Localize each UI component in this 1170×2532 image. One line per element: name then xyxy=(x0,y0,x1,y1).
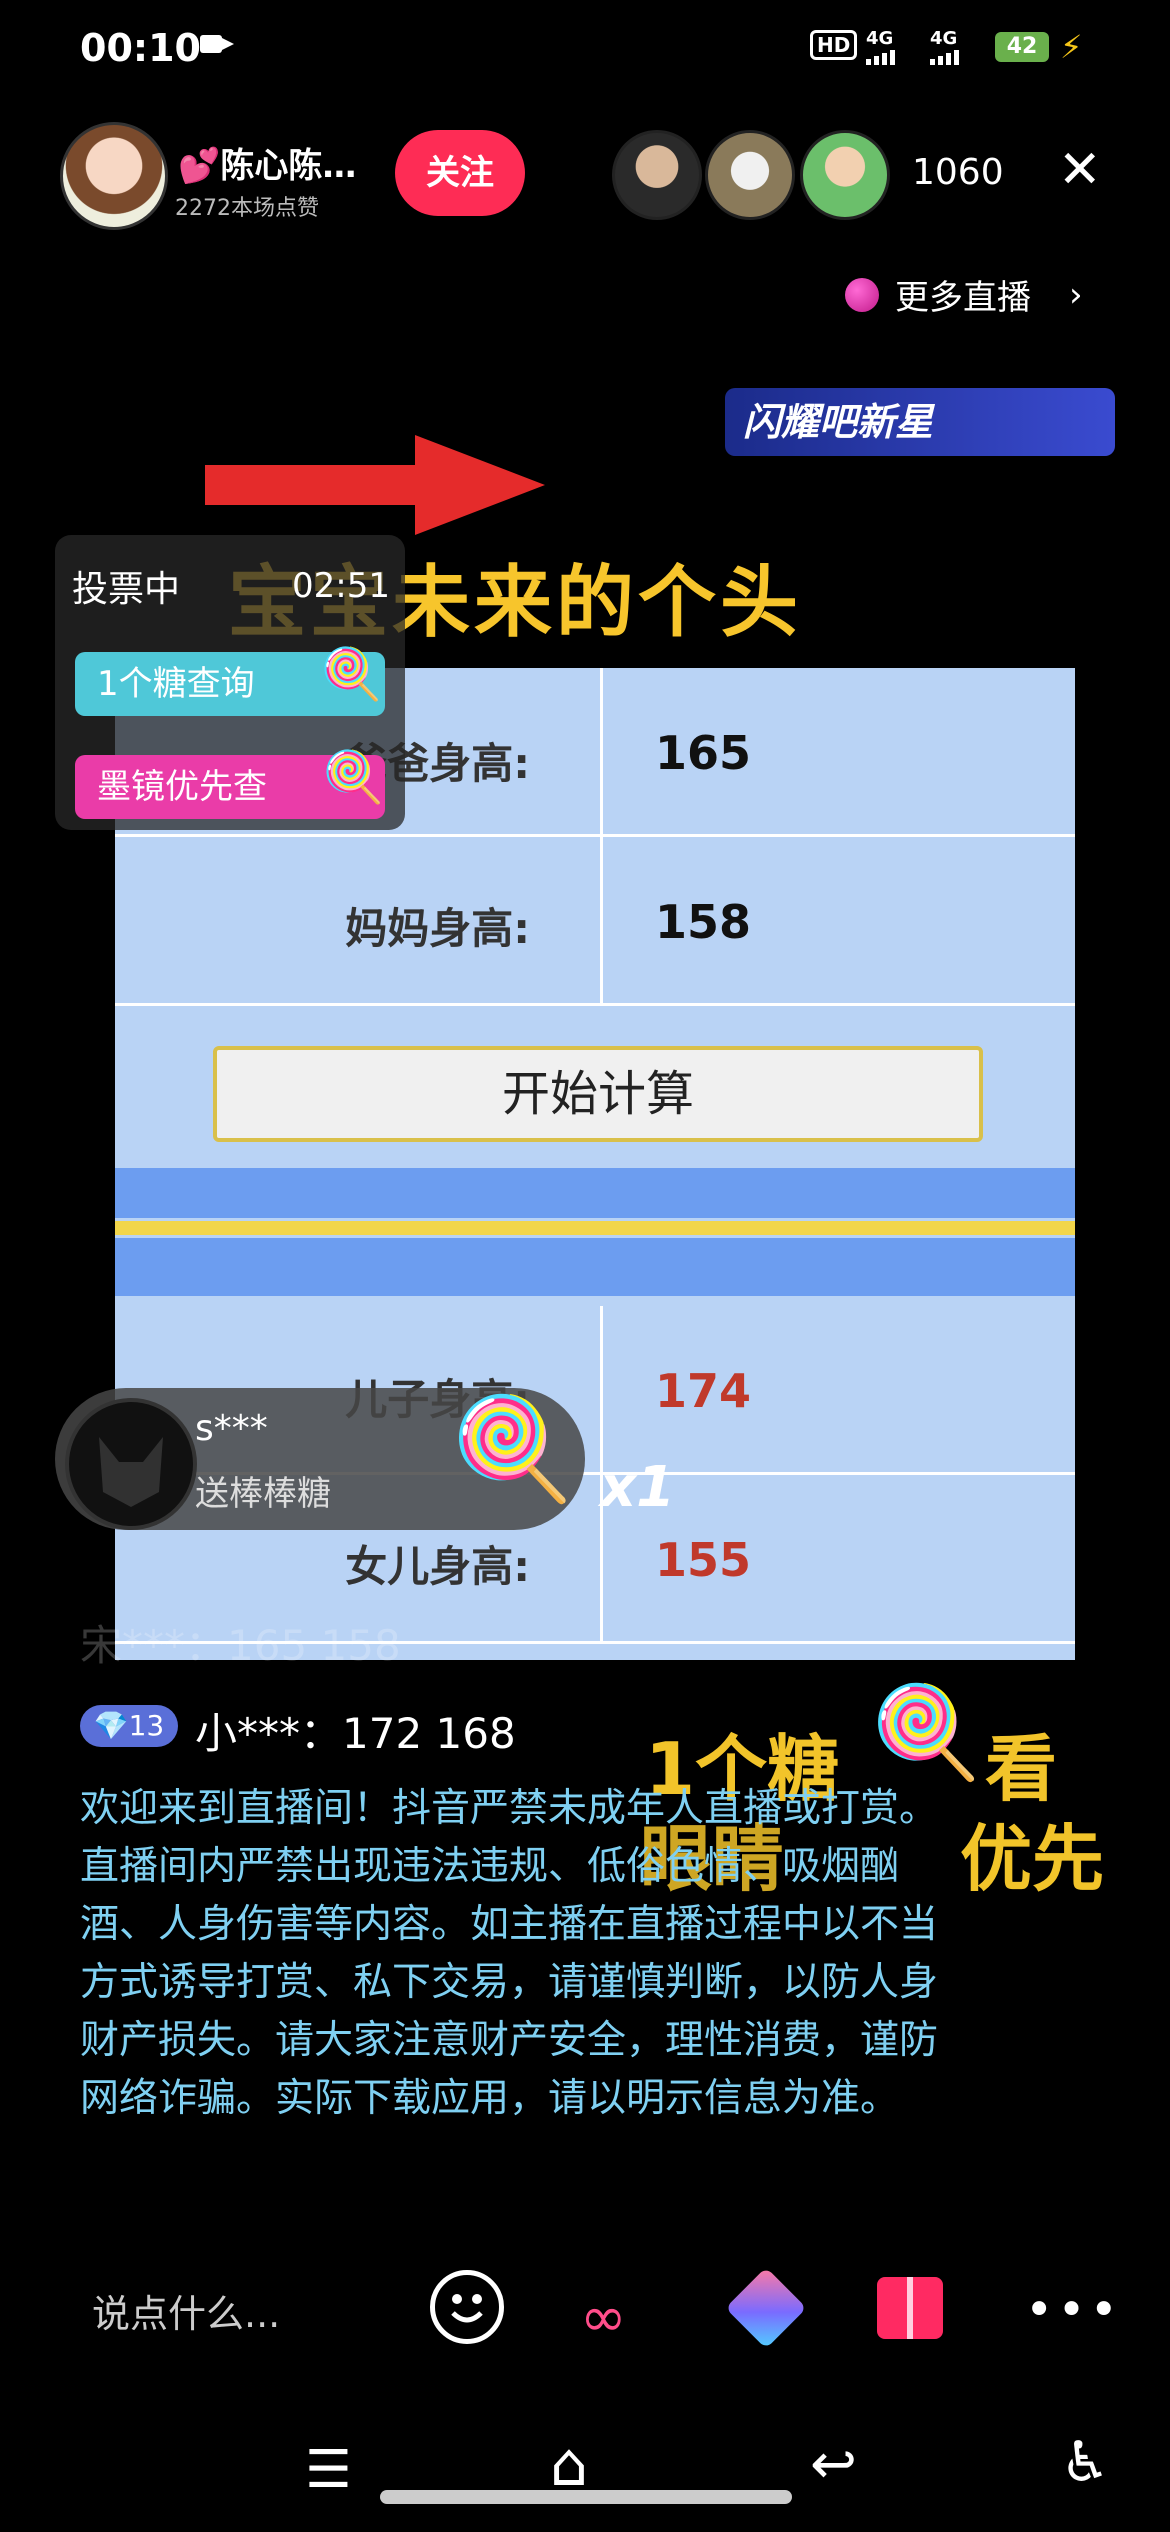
accessibility-icon[interactable]: ♿ xyxy=(1060,2430,1110,2495)
close-icon[interactable]: ✕ xyxy=(1058,140,1102,200)
level-number: 13 xyxy=(128,1709,165,1742)
lollipop-icon: 🍭 xyxy=(870,1680,983,1785)
daughter-value: 155 xyxy=(655,1533,752,1587)
divider-band xyxy=(115,1221,1075,1235)
comment-text[interactable]: 小***：172 168 xyxy=(195,1700,516,1761)
system-notice: 欢迎来到直播间！抖音严禁未成年人直播或打赏。直播间内严禁出现违法违规、低俗色情、… xyxy=(80,1786,939,2121)
chevron-right-icon: › xyxy=(1069,274,1083,315)
charging-icon: ⚡ xyxy=(1060,28,1083,66)
viewer-avatar[interactable] xyxy=(612,130,702,220)
gift-sender-avatar[interactable] xyxy=(65,1398,197,1530)
star-banner[interactable]: 闪耀吧新星 xyxy=(725,388,1115,456)
link-icon[interactable]: ∞ xyxy=(580,2285,627,2350)
red-arrow-icon xyxy=(205,435,545,535)
viewer-avatar[interactable] xyxy=(800,130,890,220)
lollipop-icon: 🍭 xyxy=(322,748,385,806)
signal-label-2: 4G xyxy=(930,28,958,49)
status-time: 00:10 xyxy=(80,26,201,70)
row-divider xyxy=(600,668,603,834)
emoji-icon[interactable] xyxy=(430,2270,504,2344)
promo-text: 优先 xyxy=(960,1817,1105,1901)
row-divider xyxy=(600,1306,603,1472)
lollipop-gift-icon: 🍭 xyxy=(450,1390,575,1507)
gift-count: x1 xyxy=(600,1455,676,1520)
user-level-badge: 💎13 xyxy=(80,1705,178,1747)
smiley-face-icon xyxy=(451,2294,483,2323)
gift-action: 送棒棒糖 xyxy=(195,1474,331,1514)
mom-label: 妈妈身高: xyxy=(345,904,530,953)
gift-sender-name: s*** xyxy=(195,1408,268,1449)
lollipop-icon: 🍭 xyxy=(320,645,383,703)
viewer-count[interactable]: 1060 xyxy=(912,152,1004,193)
back-icon[interactable]: ↩ xyxy=(810,2432,857,2497)
son-value: 174 xyxy=(655,1364,752,1418)
signal-bars-icon xyxy=(930,50,959,65)
more-live-button[interactable]: 更多直播 › xyxy=(845,270,1083,319)
divider-band xyxy=(115,1238,1075,1296)
signal-bars-icon xyxy=(866,50,895,65)
mom-row: 妈妈身高: 158 xyxy=(115,837,1075,1006)
mom-value[interactable]: 158 xyxy=(655,895,751,949)
follow-button[interactable]: 关注 xyxy=(395,130,525,216)
video-camera-icon xyxy=(200,35,234,53)
fading-comment: 宋***：165 158 xyxy=(80,1621,401,1670)
cube-icon[interactable] xyxy=(725,2267,807,2349)
more-icon[interactable]: ••• xyxy=(1025,2282,1122,2338)
hd-badge: HD xyxy=(810,30,858,60)
live-orb-icon xyxy=(845,277,879,312)
row-divider xyxy=(600,837,603,1003)
home-indicator[interactable] xyxy=(380,2490,792,2504)
cat-mask-icon xyxy=(99,1437,163,1507)
battery-icon: 42 xyxy=(995,32,1049,62)
vote-timer: 02:51 xyxy=(292,566,390,606)
dad-value[interactable]: 165 xyxy=(655,726,751,780)
daughter-label: 女儿身高: xyxy=(345,1542,530,1591)
menu-icon[interactable]: ☰ xyxy=(305,2440,352,2500)
vote-title: 投票中 xyxy=(72,569,181,610)
host-name[interactable]: 💕陈心陈… xyxy=(178,138,356,187)
like-count: 2272本场点赞 xyxy=(175,196,319,221)
more-live-label: 更多直播 xyxy=(895,278,1031,318)
viewer-avatar[interactable] xyxy=(705,130,795,220)
divider-band xyxy=(115,1168,1075,1218)
host-avatar[interactable] xyxy=(60,122,168,230)
comment-input[interactable]: 说点什么... xyxy=(92,2283,280,2338)
gift-box-icon[interactable] xyxy=(877,2277,943,2339)
signal-label-1: 4G xyxy=(866,28,894,49)
start-calculate-button[interactable]: 开始计算 xyxy=(213,1046,983,1142)
